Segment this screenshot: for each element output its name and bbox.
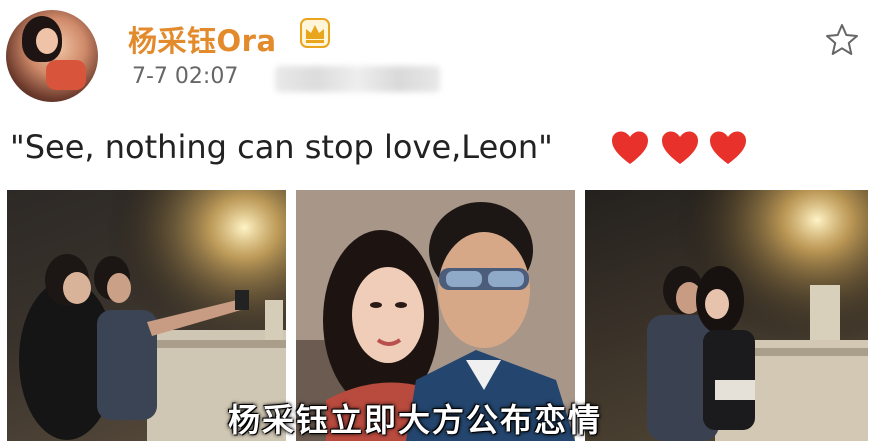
photo-3[interactable] — [585, 190, 868, 441]
post-timestamp: 7-7 02:07 — [132, 64, 239, 89]
author-name[interactable]: 杨采钰Ora — [128, 18, 277, 60]
avatar[interactable] — [6, 10, 98, 102]
star-icon[interactable] — [824, 22, 860, 58]
crown-icon — [300, 18, 330, 48]
heart-icon — [662, 131, 698, 164]
heart-icon — [710, 131, 746, 164]
blurred-source — [275, 66, 440, 92]
post-text: "See, nothing can stop love,Leon" — [10, 128, 553, 166]
heart-icon — [612, 131, 648, 164]
video-caption: 杨采钰立即大方公布恋情 — [228, 401, 603, 439]
